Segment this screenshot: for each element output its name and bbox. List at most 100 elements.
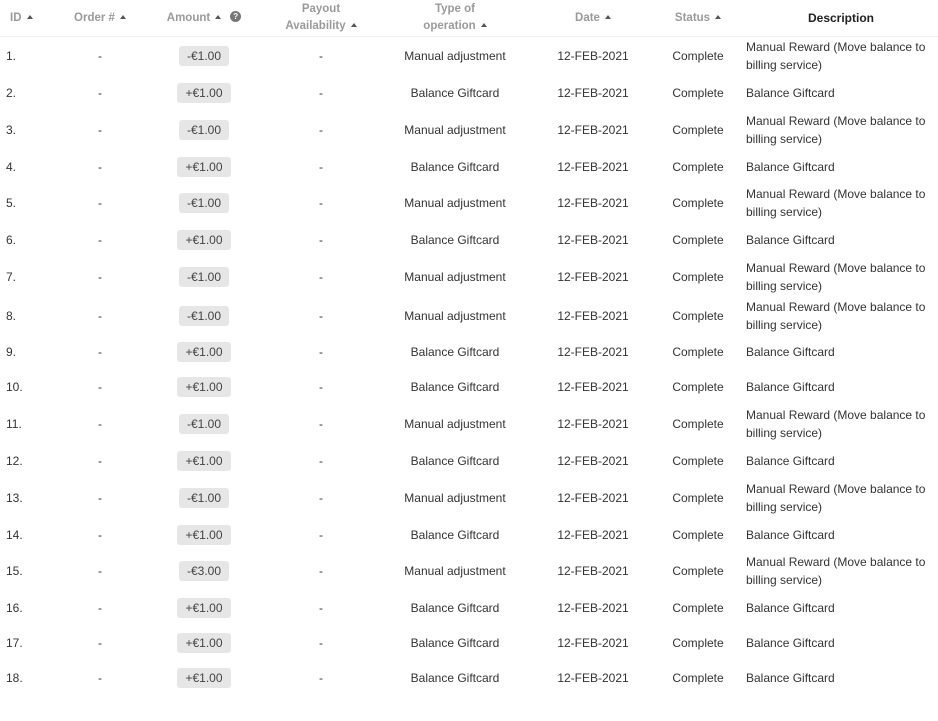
column-header-description: Description [744,0,938,37]
amount-badge: -€1.00 [178,46,230,67]
cell-status: Complete [672,49,724,64]
cell-date: 12-FEB-2021 [557,527,629,542]
cell-type-of-operation: Manual adjustment [404,196,506,211]
cell-id: 3. [6,122,17,137]
cell-date: 12-FEB-2021 [557,380,629,395]
cell-description: Balance Giftcard [746,86,835,101]
cell-type-of-operation: Manual adjustment [404,270,506,285]
amount-badge: -€1.00 [178,193,230,214]
cell-date: 12-FEB-2021 [557,122,629,137]
cell-type-of-operation: Manual adjustment [404,564,506,579]
cell-payout-availability: - [319,233,323,248]
cell-description: Balance Giftcard [746,233,835,248]
column-header-order[interactable]: Order # [58,0,142,37]
cell-description: Manual Reward (Move balance to billing s… [746,299,926,332]
cell-amount: -€1.00 [142,37,266,76]
column-header-status[interactable]: Status [652,0,744,37]
column-header-type-of-operation[interactable]: Type of operation [376,0,534,37]
column-header-payout-availability[interactable]: Payout Availability [266,0,376,37]
cell-date: 12-FEB-2021 [557,454,629,469]
cell-order: - [98,417,102,432]
cell-payout-availability: - [319,49,323,64]
amount-badge: -€1.00 [178,487,230,508]
cell-status: Complete [672,417,724,432]
table-row: 18. - +€1.00 - Balance Giftcard 12-FEB-2021 Co… [0,661,938,696]
column-header-date[interactable]: Date [534,0,652,37]
table-row: 1. - -€1.00 - Manual adjustment 12-FEB-2021 Co… [0,37,938,76]
cell-payout-availability: - [319,490,323,505]
cell-id: 15. [6,564,23,579]
cell-id: 2. [6,86,17,101]
cell-order: - [98,345,102,360]
cell-status: Complete [672,380,724,395]
cell-id: 5. [6,196,17,211]
cell-date: 12-FEB-2021 [557,564,629,579]
cell-type-of-operation: Balance Giftcard [410,671,500,686]
amount-badge: +€1.00 [177,633,231,654]
cell-type-of-operation: Manual adjustment [404,490,506,505]
cell-date: 12-FEB-2021 [557,159,629,174]
cell-amount: -€1.00 [142,405,266,444]
cell-status: Complete [672,345,724,360]
amount-badge: -€1.00 [178,119,230,140]
cell-amount: +€1.00 [142,661,266,696]
cell-status: Complete [672,490,724,505]
cell-description: Manual Reward (Move balance to billing s… [746,113,926,146]
table-row: 8. - -€1.00 - Manual adjustment 12-FEB-2021 Co… [0,296,938,335]
cell-payout-availability: - [319,417,323,432]
cell-type-of-operation: Balance Giftcard [410,159,500,174]
table-row: 13. - -€1.00 - Manual adjustment 12-FEB-2021 C… [0,479,938,518]
cell-payout-availability: - [319,636,323,651]
cell-id: 17. [6,636,23,651]
sort-ascending-icon [480,23,487,27]
cell-amount: +€1.00 [142,626,266,661]
cell-description: Manual Reward (Move balance to billing s… [746,187,926,220]
cell-payout-availability: - [319,454,323,469]
cell-description: Balance Giftcard [746,159,835,174]
sort-ascending-icon [215,14,222,19]
cell-id: 9. [6,345,17,360]
cell-id: 14. [6,527,23,542]
amount-badge: +€1.00 [177,156,231,177]
cell-description: Manual Reward (Move balance to billing s… [746,481,926,514]
cell-amount: -€1.00 [142,479,266,518]
cell-order: - [98,490,102,505]
cell-type-of-operation: Manual adjustment [404,308,506,323]
cell-description: Balance Giftcard [746,454,835,469]
cell-id: 1. [6,49,17,64]
cell-status: Complete [672,671,724,686]
cell-payout-availability: - [319,671,323,686]
cell-date: 12-FEB-2021 [557,636,629,651]
cell-description: Manual Reward (Move balance to billing s… [746,408,926,441]
cell-type-of-operation: Balance Giftcard [410,380,500,395]
cell-order: - [98,564,102,579]
cell-type-of-operation: Manual adjustment [404,122,506,137]
cell-date: 12-FEB-2021 [557,671,629,686]
cell-amount: -€1.00 [142,111,266,150]
cell-order: - [98,196,102,211]
cell-status: Complete [672,527,724,542]
cell-description: Balance Giftcard [746,345,835,360]
cell-order: - [98,671,102,686]
cell-order: - [98,122,102,137]
cell-date: 12-FEB-2021 [557,417,629,432]
sort-ascending-icon [26,14,33,19]
table-row: 15. - -€3.00 - Manual adjustment 12-FEB-2021 C… [0,552,938,591]
cell-id: 16. [6,601,23,616]
cell-type-of-operation: Balance Giftcard [410,86,500,101]
cell-amount: +€1.00 [142,223,266,258]
column-header-amount[interactable]: Amount? [142,0,266,37]
cell-amount: -€3.00 [142,552,266,591]
amount-badge: -€1.00 [178,267,230,288]
help-icon[interactable]: ? [230,10,242,22]
column-header-id[interactable]: ID [0,0,58,37]
cell-id: 18. [6,671,23,686]
cell-description: Manual Reward (Move balance to billing s… [746,40,926,73]
cell-order: - [98,86,102,101]
cell-order: - [98,454,102,469]
cell-payout-availability: - [319,270,323,285]
table-row: 6. - +€1.00 - Balance Giftcard 12-FEB-2021 Com… [0,223,938,258]
cell-type-of-operation: Balance Giftcard [410,636,500,651]
cell-payout-availability: - [319,196,323,211]
cell-description: Balance Giftcard [746,671,835,686]
